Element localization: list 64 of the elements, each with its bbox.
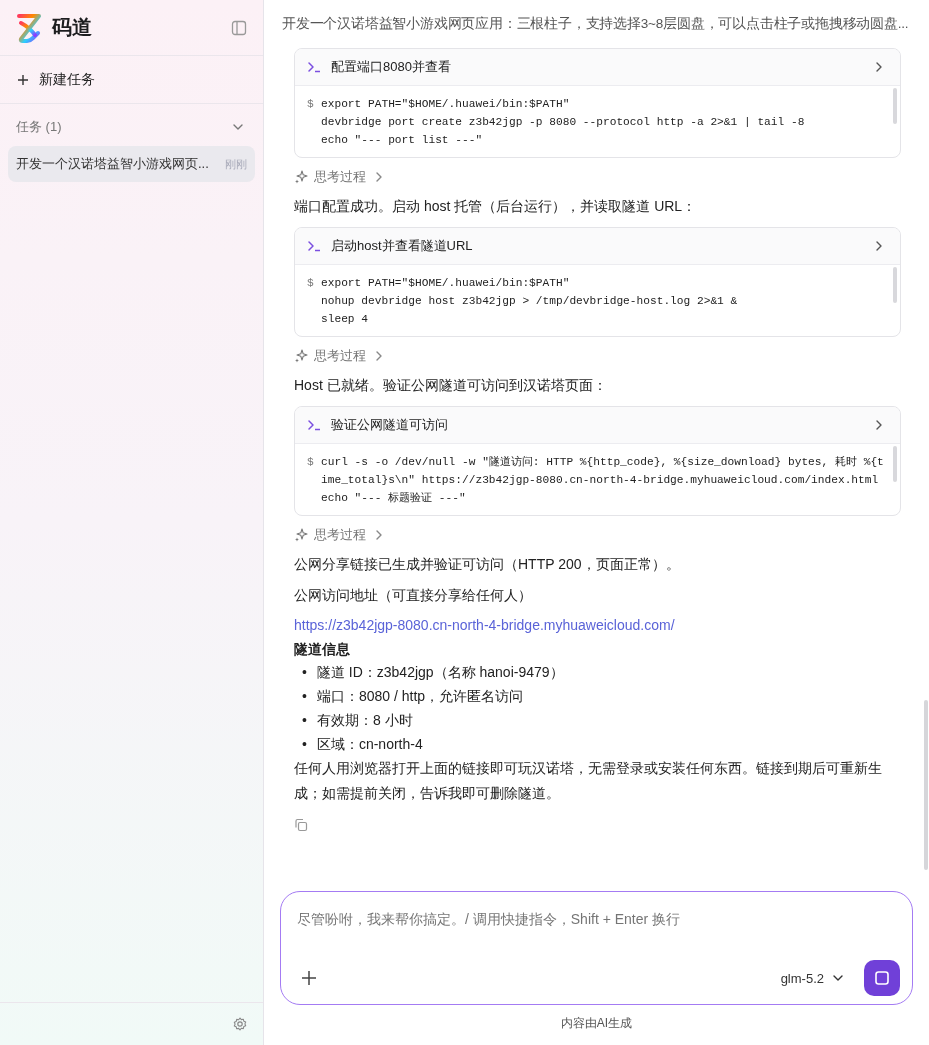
terminal-icon xyxy=(307,239,321,253)
thinking-toggle[interactable]: 思考过程 xyxy=(314,168,366,186)
command-prompt: $ xyxy=(307,97,315,112)
task-item[interactable]: 开发一个汉诺塔益智小游戏网页... 刚刚 xyxy=(8,146,255,182)
message-text: 公网访问地址（可直接分享给任何人） xyxy=(294,586,533,605)
code-line: export PATH="$HOME/.huawei/bin:$PATH" xyxy=(321,276,570,291)
scrollbar[interactable] xyxy=(893,267,897,303)
tool-call-header[interactable]: 验证公网隧道可访问 xyxy=(295,407,900,444)
section-title: 任务 (1) xyxy=(16,118,62,136)
code-line: export PATH="$HOME/.huawei/bin:$PATH" xyxy=(321,97,570,112)
settings-icon[interactable] xyxy=(233,1017,247,1031)
message-text: 任何人用浏览器打开上面的链接即可玩汉诺塔，无需登录或安装任何东西。链接到期后可重新生成；如需提前关闭，告诉我即可删除隧道。 xyxy=(294,759,883,803)
code-line: curl -s -o /dev/null -w "隧道访问: HTTP %{http_code}, %{size_download} bytes, 耗时 %{t xyxy=(321,455,884,470)
stop-icon xyxy=(874,970,890,986)
section-heading: 隧道信息 xyxy=(294,640,351,659)
bullet: • xyxy=(302,735,307,754)
bullet: • xyxy=(302,711,307,730)
model-selector[interactable]: glm-5.2 xyxy=(774,969,850,987)
plus-icon xyxy=(301,970,317,986)
thinking-toggle[interactable]: 思考过程 xyxy=(314,347,366,365)
stop-button[interactable] xyxy=(864,960,900,996)
sparkle-icon xyxy=(294,170,308,184)
tool-call-title: 启动host并查看隧道URL xyxy=(331,237,474,255)
list-item: 有效期：8 小时 xyxy=(316,711,413,730)
thinking-toggle[interactable]: 思考过程 xyxy=(314,526,366,544)
message-text: 端口配置成功。启动 host 托管（后台运行），并读取隧道 URL： xyxy=(294,197,698,216)
tool-call-header[interactable]: 启动host并查看隧道URL xyxy=(295,228,900,265)
scrollbar[interactable] xyxy=(893,446,897,482)
command-prompt: $ xyxy=(307,455,315,470)
code-line: devbridge port create z3b42jgp -p 8080 --protocol http -a 2>&1 | tail -8 xyxy=(321,115,805,130)
terminal-icon xyxy=(307,418,321,432)
code-line: echo "--- port list ---" xyxy=(321,133,483,148)
scrollbar[interactable] xyxy=(924,700,928,870)
sparkle-icon xyxy=(294,528,308,542)
code-line: ime_total}s\n" https://z3b42jgp-8080.cn-north-4-bridge.myhuaweicloud.com/index.html xyxy=(321,473,879,488)
tool-call-header[interactable]: 配置端口8080并查看 xyxy=(295,49,900,86)
code-line: sleep 4 xyxy=(321,312,368,327)
code-line: echo "--- 标题验证 ---" xyxy=(321,491,466,506)
new-task-button[interactable]: 新建任务 xyxy=(0,56,263,104)
message-composer[interactable]: 尽管吩咐，我来帮你搞定。/ 调用快捷指令，Shift + Enter 换行 glm-5.2 xyxy=(280,891,913,1005)
command-prompt: $ xyxy=(307,276,315,291)
task-time: 刚刚 xyxy=(225,156,247,172)
task-title: 开发一个汉诺塔益智小游戏网页... xyxy=(16,155,210,173)
conversation-title: 开发一个汉诺塔益智小游戏网页应用：三根柱子，支持选择3~8层圆盘，可以点击柱子或拖拽移动圆盘... xyxy=(282,15,909,33)
list-item: 区域：cn-north-4 xyxy=(316,735,423,754)
tool-call-title: 配置端口8080并查看 xyxy=(331,58,452,76)
sparkle-icon xyxy=(294,349,308,363)
code-line: nohup devbridge host z3b42jgp > /tmp/devbridge-host.log 2>&1 & xyxy=(321,294,738,309)
copy-icon[interactable] xyxy=(294,818,308,832)
tool-call-title: 验证公网隧道可访问 xyxy=(331,416,449,434)
list-item: 隧道 ID：z3b42jgp（名称 hanoi-9479） xyxy=(316,663,564,682)
sidebar-toggle-icon[interactable] xyxy=(231,19,247,36)
logo-icon xyxy=(16,12,42,43)
message-text: 公网分享链接已生成并验证可访问（HTTP 200，页面正常）。 xyxy=(294,555,681,574)
scrollbar[interactable] xyxy=(893,88,897,124)
message-text: Host 已就绪。验证公网隧道可访问到汉诺塔页面： xyxy=(294,376,608,395)
terminal-icon xyxy=(307,60,321,74)
share-link[interactable]: https://z3b42jgp-8080.cn-north-4-bridge.myhuaweicloud.com/ xyxy=(294,617,675,633)
app-name: 码道 xyxy=(52,15,93,40)
bullet: • xyxy=(302,663,307,682)
disclaimer-note: 内容由AI生成 xyxy=(559,1015,634,1032)
plus-icon xyxy=(17,73,29,86)
bullet: • xyxy=(302,687,307,706)
list-item: 端口：8080 / http，允许匿名访问 xyxy=(316,687,524,706)
